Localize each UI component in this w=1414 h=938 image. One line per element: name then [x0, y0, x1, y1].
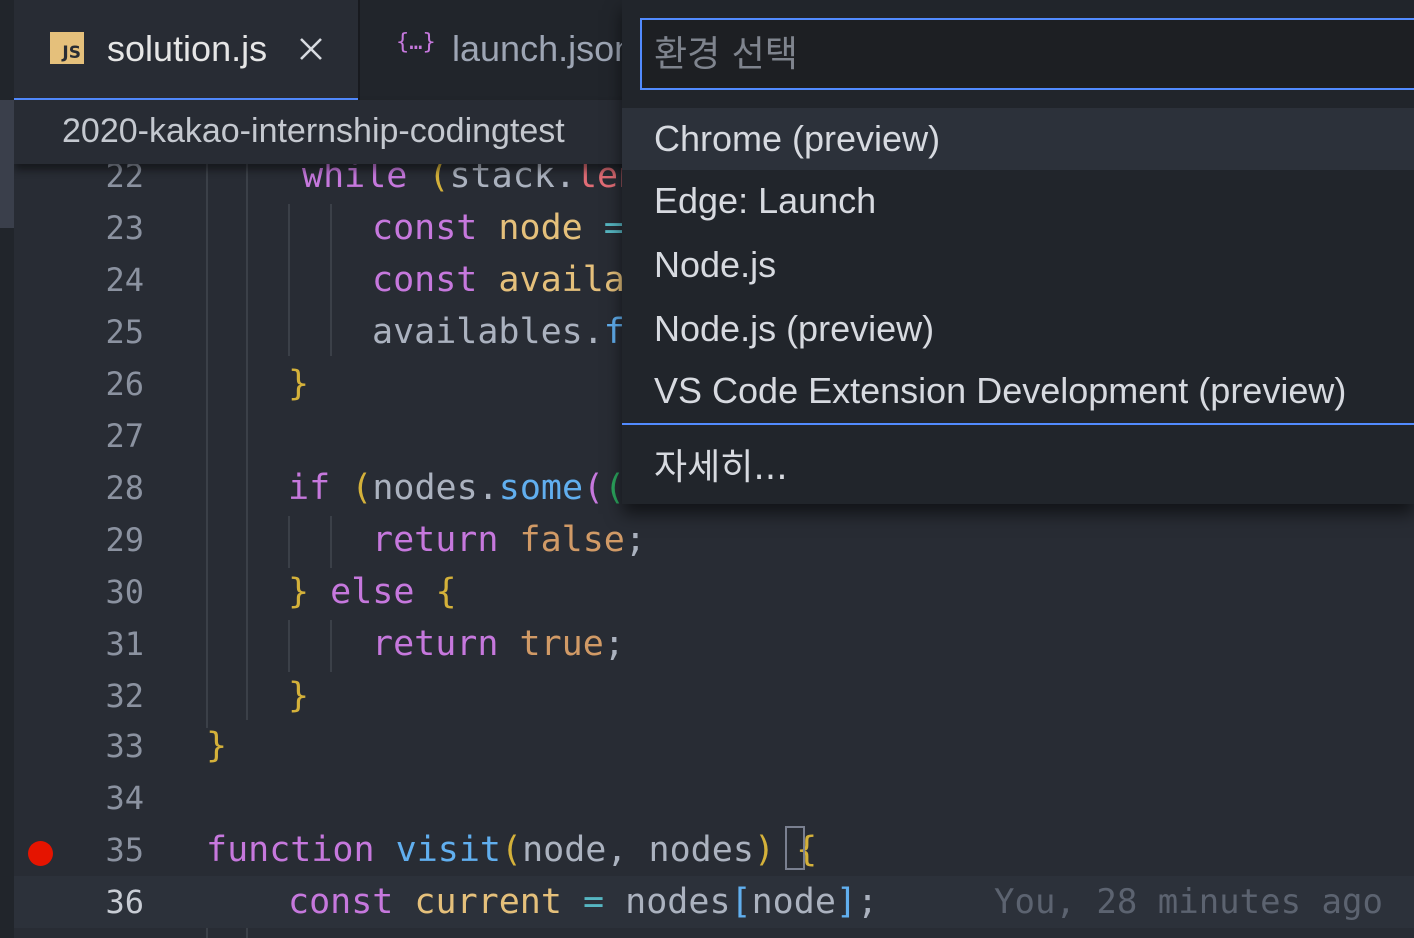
code-line: 33 }: [14, 720, 1414, 772]
environment-search-input[interactable]: [640, 18, 1414, 90]
quick-pick-item-label: 자세히...: [654, 447, 788, 488]
line-number: 35: [105, 831, 144, 869]
quick-pick-item-label: Node.js: [654, 244, 777, 285]
line-number: 30: [105, 573, 144, 611]
breadcrumb-path[interactable]: 2020-kakao-internship-codingtest: [62, 112, 565, 151]
line-number: 33: [105, 727, 144, 765]
quick-pick-item-edge-launch[interactable]: Edge: Launch: [622, 170, 1414, 232]
environment-quick-pick: Chrome (preview) Edge: Launch Node.js No…: [622, 0, 1414, 504]
json-braces-icon: {…}: [396, 30, 436, 55]
line-number: 25: [105, 313, 144, 351]
code-text: }: [288, 364, 310, 404]
line-number: 32: [105, 677, 144, 715]
code-line: 35 function visit(node, nodes) {: [14, 824, 1414, 876]
code-text: }: [206, 726, 228, 766]
quick-pick-item-nodejs-preview[interactable]: Node.js (preview): [622, 298, 1414, 360]
git-blame-annotation: You, 28 minutes ago: [994, 882, 1383, 922]
line-number: 27: [105, 417, 144, 455]
tab-solution-js[interactable]: JS solution.js: [14, 0, 358, 100]
line-number: 28: [105, 469, 144, 507]
quick-pick-separator: [622, 423, 1414, 425]
close-icon[interactable]: [298, 36, 324, 62]
line-number: 26: [105, 365, 144, 403]
quick-pick-item-label: Edge: Launch: [654, 180, 877, 221]
code-text: return false;: [372, 520, 646, 560]
tab-label: launch.json: [452, 28, 635, 69]
line-number: 31: [105, 625, 144, 663]
code-text: } else {: [288, 572, 457, 612]
quick-pick-item-label: Node.js (preview): [654, 308, 935, 349]
line-number: 34: [105, 779, 144, 817]
quick-pick-item-nodejs[interactable]: Node.js: [622, 234, 1414, 296]
quick-pick-item-vscode-extension-dev[interactable]: VS Code Extension Development (preview): [622, 360, 1414, 422]
code-line: 34: [14, 772, 1414, 824]
javascript-file-icon: JS: [50, 32, 84, 64]
code-text: const node =: [372, 208, 625, 248]
tab-launch-json[interactable]: {…} launch.json: [360, 0, 660, 100]
tab-label: solution.js: [107, 28, 268, 69]
quick-pick-item-label: Chrome (preview): [654, 118, 941, 159]
code-text: function visit(node, nodes) {: [206, 830, 818, 870]
line-number: 29: [105, 521, 144, 559]
line-number: 24: [105, 261, 144, 299]
code-line-current: 36 const current = nodes[node]; You, 28 …: [14, 876, 1414, 928]
code-line: 32 }: [14, 670, 1414, 722]
code-text: const current = nodes[node];: [288, 882, 879, 922]
line-number: 36: [105, 883, 144, 921]
breakpoint-icon[interactable]: [28, 841, 53, 866]
code-text: availables.f: [372, 312, 625, 352]
bracket-match-highlight: [785, 826, 805, 870]
code-line: 30 } else {: [14, 566, 1414, 618]
code-text: const availa: [372, 260, 625, 300]
quick-pick-item-label: VS Code Extension Development (preview): [654, 370, 1347, 411]
quick-pick-more-button[interactable]: 자세히...: [622, 428, 1414, 490]
quick-pick-item-chrome-preview[interactable]: Chrome (preview): [622, 108, 1414, 170]
code-text: return true;: [372, 624, 625, 664]
breadcrumb[interactable]: 2020-kakao-internship-codingtest: [14, 100, 634, 164]
tab-bar: JS solution.js {…} launch.json: [14, 0, 634, 100]
code-text: }: [288, 676, 310, 716]
line-number: 23: [105, 209, 144, 247]
scrollbar[interactable]: [0, 100, 14, 228]
code-line: 31 return true;: [14, 618, 1414, 670]
code-text: if (nodes.some((: [288, 468, 626, 508]
code-line: 29 return false;: [14, 514, 1414, 566]
